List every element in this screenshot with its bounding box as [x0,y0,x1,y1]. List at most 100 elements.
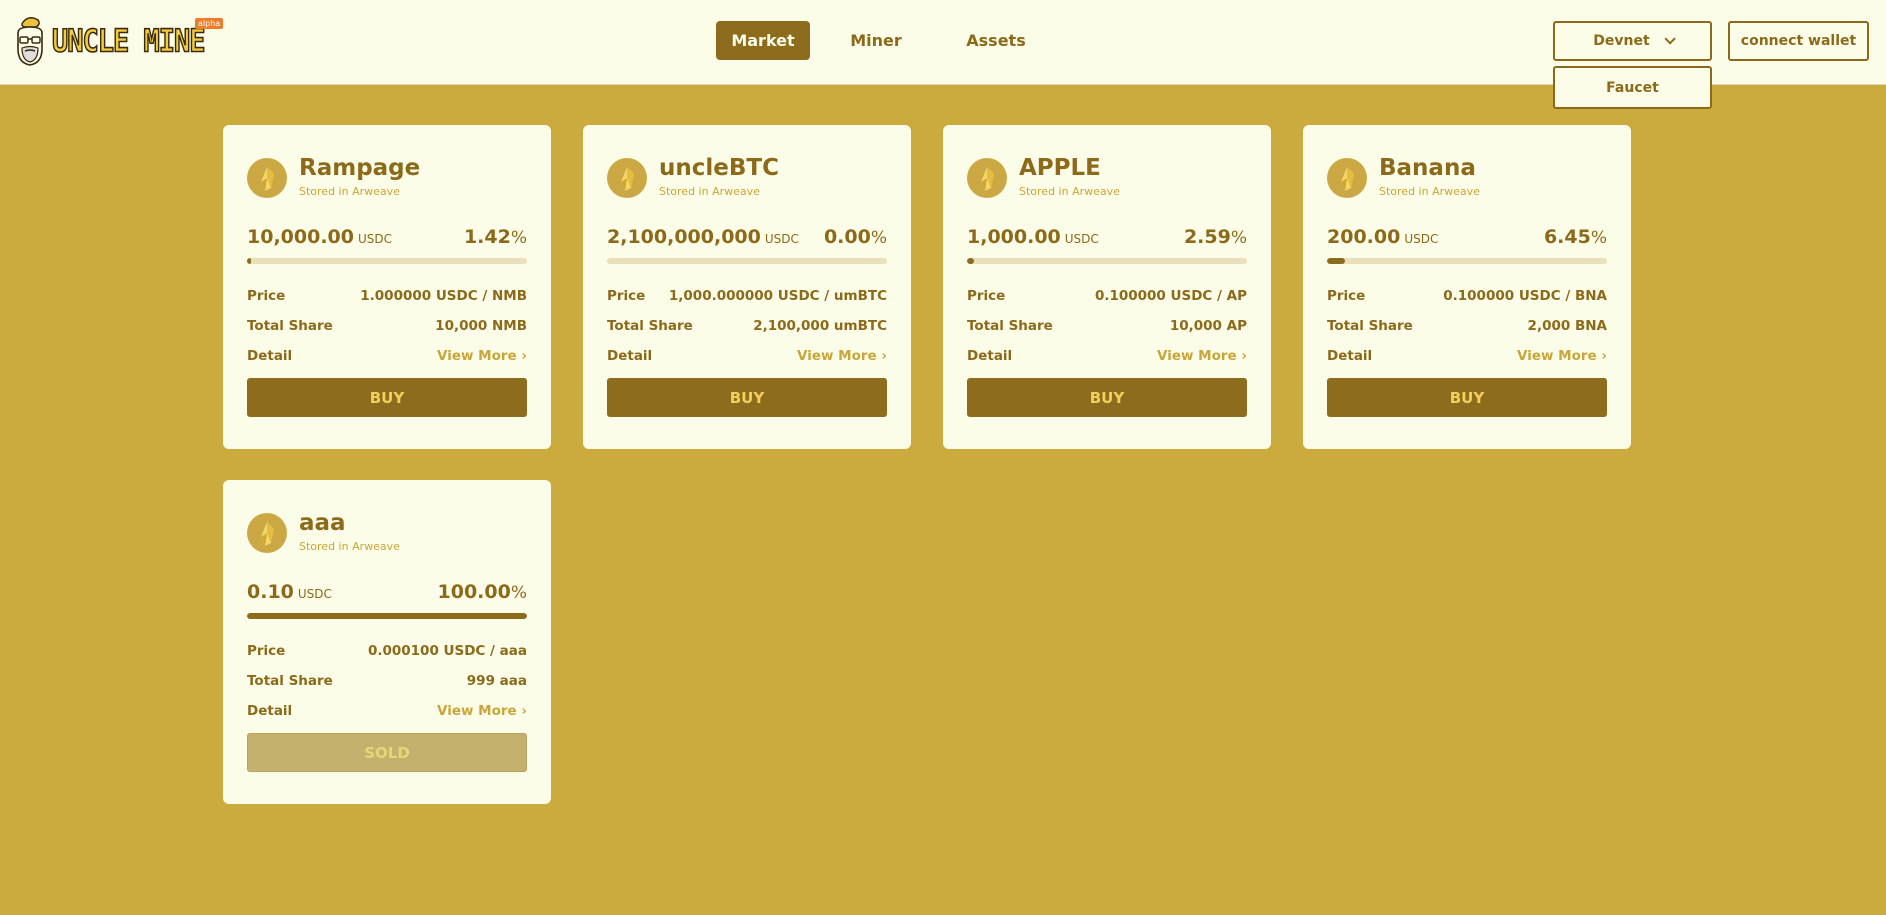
storage-label: Stored in Arweave [1019,185,1120,198]
raised-amount: 2,100,000,000 USDC [607,226,799,248]
price-row: Price 1.000000 USDC / NMB [247,288,527,304]
total-share-value: 2,100,000 umBTC [753,318,887,334]
detail-label: Detail [607,348,653,364]
buy-button[interactable]: BUY [967,378,1247,417]
detail-label: Detail [247,703,293,719]
amount-unit: USDC [764,232,799,246]
asset-name: aaa [299,510,346,536]
amount-value: 0.10 [247,581,294,603]
view-more-label: View More [797,348,877,364]
buy-button[interactable]: BUY [1327,378,1607,417]
progress-percent: 0.00% [824,226,887,248]
market-card: uncleBTC Stored in Arweave 2,100,000,000… [583,125,911,449]
nav-market[interactable]: Market [716,21,810,60]
buy-button[interactable]: BUY [247,378,527,417]
view-more-label: View More [1517,348,1597,364]
total-share-row: Total Share 10,000 AP [967,318,1247,334]
market-card: Rampage Stored in Arweave 10,000.00 USDC … [223,125,551,449]
amount-unit: USDC [1064,232,1099,246]
progress-bar [247,258,527,264]
amount-value: 1,000.00 [967,226,1061,248]
asset-name: uncleBTC [659,155,779,181]
amount-value: 2,100,000,000 [607,226,761,248]
amount-unit: USDC [1404,232,1439,246]
percent-value: 100.00 [437,581,511,603]
progress-fill [247,258,251,264]
asset-name: Banana [1379,155,1476,181]
percent-sign: % [1230,228,1247,248]
storage-label: Stored in Arweave [299,540,400,553]
price-label: Price [1327,288,1366,304]
detail-row: Detail View More › [967,348,1247,364]
price-value: 0.100000 USDC / AP [1094,288,1247,304]
price-value: 0.100000 USDC / BNA [1443,288,1607,304]
detail-row: Detail View More › [607,348,887,364]
view-more-link[interactable]: View More › [437,703,527,719]
progress-percent: 6.45% [1544,226,1607,248]
amount-unit: USDC [297,587,332,601]
progress-percent: 100.00% [438,581,527,603]
view-more-link[interactable]: View More › [797,348,887,364]
price-label: Price [607,288,646,304]
asset-name: Rampage [299,155,421,181]
chevron-right-icon: › [1601,348,1607,364]
nav-assets[interactable]: Assets [966,21,1026,60]
percent-value: 0.00 [823,226,871,248]
detail-row: Detail View More › [247,348,527,364]
price-value: 1.000000 USDC / NMB [360,288,527,304]
storage-label: Stored in Arweave [299,185,400,198]
total-share-label: Total Share [607,318,693,334]
total-share-label: Total Share [1327,318,1413,334]
main-nav: Market Miner Assets [716,21,1026,60]
buy-button[interactable]: BUY [607,378,887,417]
progress-fill [967,258,975,264]
logo[interactable]: UNCLE MINE [14,14,206,68]
detail-label: Detail [1327,348,1373,364]
coin-icon [607,158,647,198]
detail-row: Detail View More › [1327,348,1607,364]
storage-label: Stored in Arweave [659,185,760,198]
chevron-down-icon [1664,33,1676,45]
raised-amount: 10,000.00 USDC [247,226,392,248]
detail-label: Detail [247,348,293,364]
uncle-mascot-icon [14,15,46,67]
percent-sign: % [510,228,527,248]
progress-bar [1327,258,1607,264]
view-more-label: View More [1157,348,1237,364]
percent-sign: % [870,228,887,248]
asset-name: APPLE [1019,155,1101,181]
total-share-value: 2,000 BNA [1527,318,1607,334]
coin-icon [247,513,287,553]
progress-fill [247,613,527,619]
view-more-link[interactable]: View More › [437,348,527,364]
sold-button: SOLD [247,733,527,772]
market-card: APPLE Stored in Arweave 1,000.00 USDC 2.5… [943,125,1271,449]
coin-icon [1327,158,1367,198]
percent-value: 6.45 [1543,226,1591,248]
percent-sign: % [510,583,527,603]
network-select[interactable]: Devnet [1553,21,1712,61]
view-more-label: View More [437,703,517,719]
market-card: aaa Stored in Arweave 0.10 USDC 100.00% P… [223,480,551,804]
view-more-label: View More [437,348,517,364]
price-label: Price [247,643,286,659]
detail-row: Detail View More › [247,703,527,719]
total-share-label: Total Share [247,318,333,334]
view-more-link[interactable]: View More › [1157,348,1247,364]
price-value: 1,000.000000 USDC / umBTC [668,288,887,304]
price-label: Price [247,288,286,304]
amount-value: 10,000.00 [247,226,354,248]
connect-wallet-button[interactable]: connect wallet [1728,21,1869,61]
price-row: Price 1,000.000000 USDC / umBTC [607,288,887,304]
detail-label: Detail [967,348,1013,364]
nav-miner[interactable]: Miner [846,21,906,60]
faucet-button[interactable]: Faucet [1553,66,1712,109]
coin-icon [967,158,1007,198]
view-more-link[interactable]: View More › [1517,348,1607,364]
network-label: Devnet [1593,33,1650,49]
raised-amount: 200.00 USDC [1327,226,1438,248]
storage-label: Stored in Arweave [1379,185,1480,198]
market-card: Banana Stored in Arweave 200.00 USDC 6.45… [1303,125,1631,449]
progress-bar [247,613,527,619]
amount-value: 200.00 [1327,226,1401,248]
